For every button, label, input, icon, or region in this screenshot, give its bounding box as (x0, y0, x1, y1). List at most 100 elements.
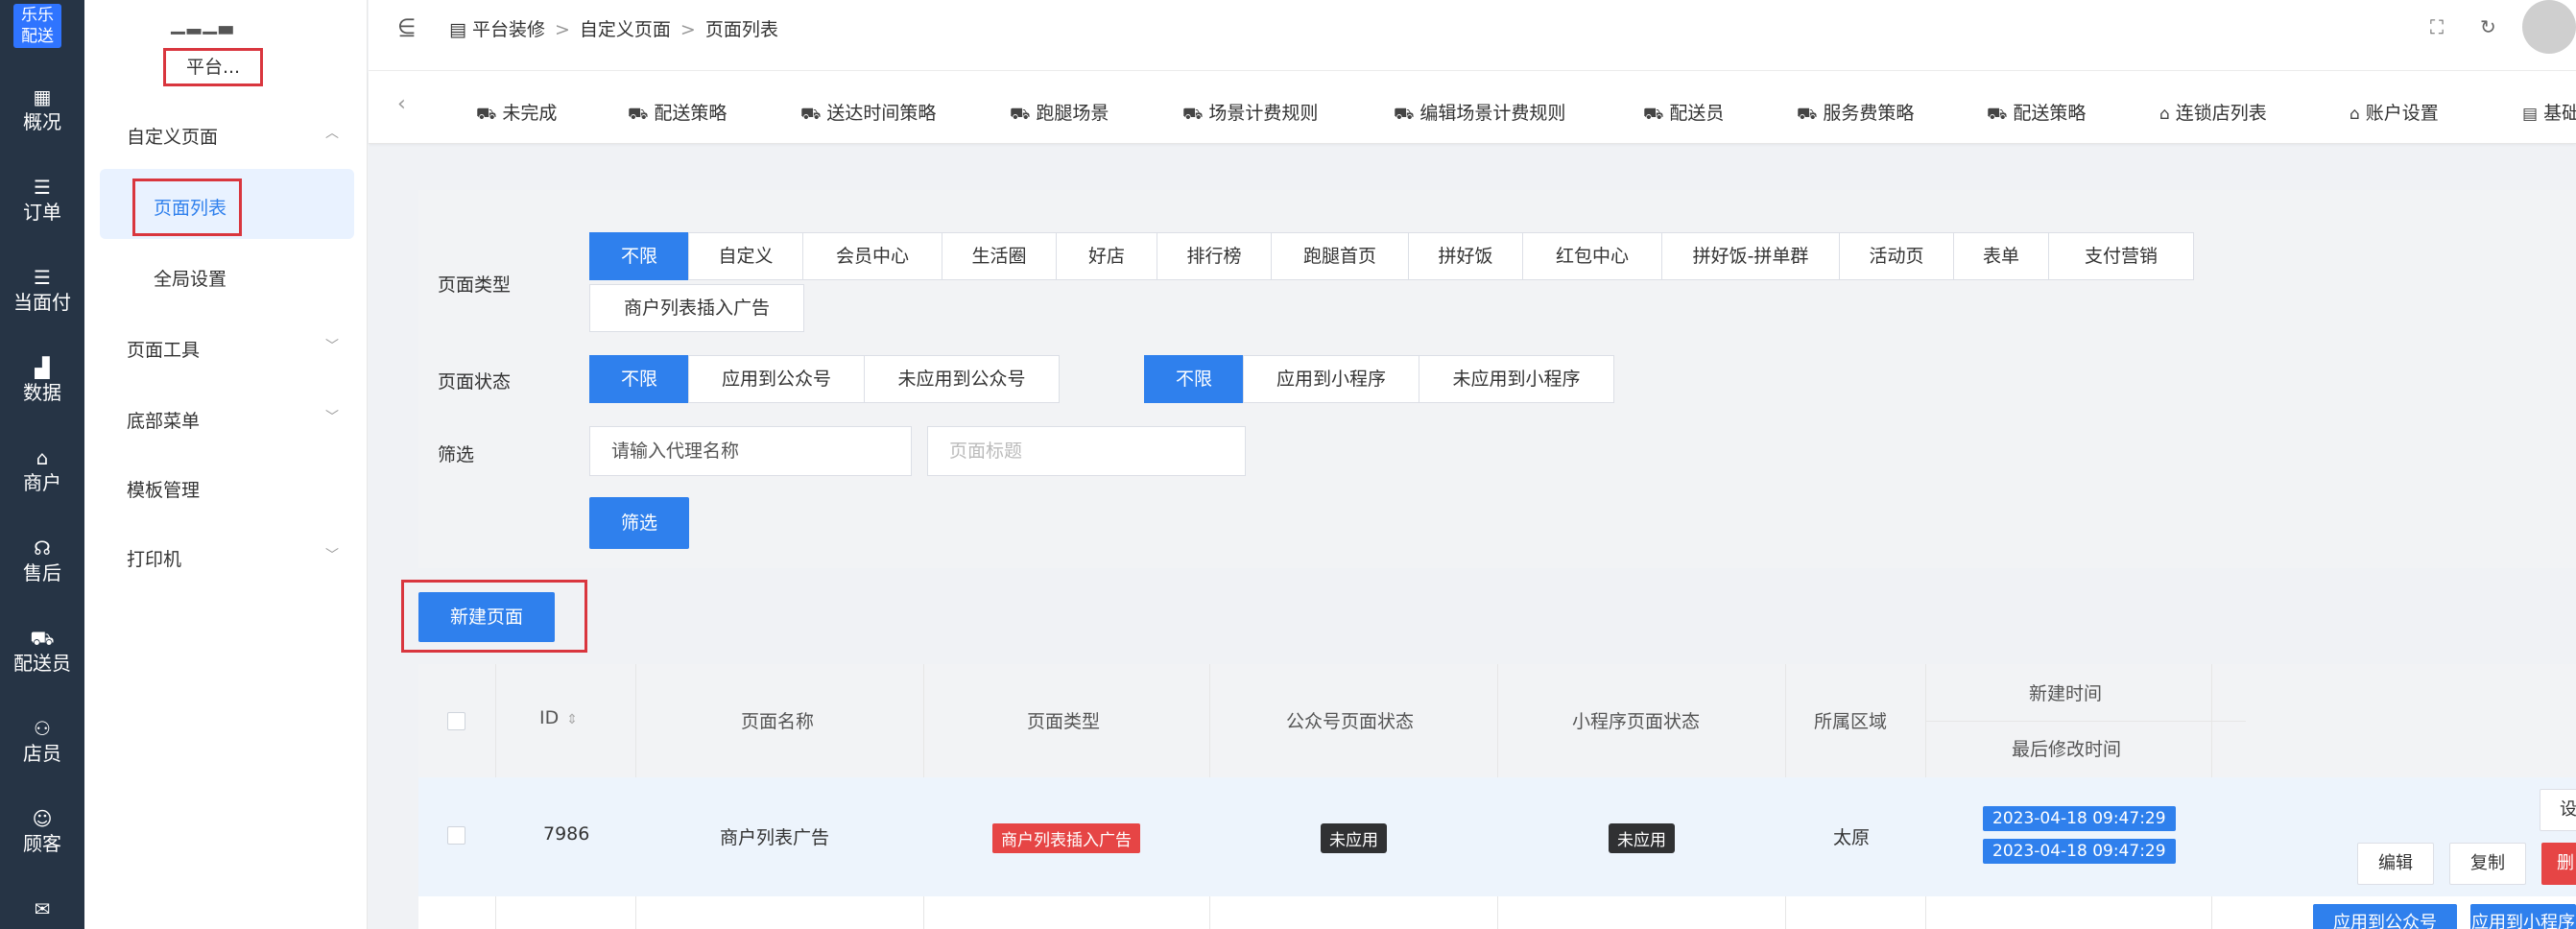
page-type-option[interactable]: 自定义 (688, 232, 803, 280)
apply-gzh-button[interactable]: 应用到公众号 (2313, 904, 2457, 929)
tab-strip: ‹ ⛟ 未完成 ⛟ 配送策略 ⛟ 送达时间策略 ⛟ 跑腿场景 ⛟ 场景计费规则 ⛟ 编辑场景… (369, 71, 2576, 144)
page-type-option[interactable]: 拼好饭 (1408, 232, 1523, 280)
col-type-header: 页面类型 (1027, 711, 1101, 732)
chevron-up-icon: ︿ (325, 126, 339, 141)
edit-button[interactable]: 编辑 (2357, 843, 2434, 885)
tab-item[interactable]: ⛟ 配送员 (1643, 99, 1724, 126)
page-type-option[interactable]: 商户列表插入广告 (589, 284, 804, 332)
platform-selector[interactable]: 平台... (163, 48, 263, 86)
refresh-icon[interactable]: ↻ (2480, 15, 2496, 38)
headset-icon: ☊ (34, 536, 51, 560)
page-type-option[interactable]: 活动页 (1839, 232, 1954, 280)
scooter-icon: ⛟ (30, 627, 55, 650)
settings-button[interactable]: 设 (2540, 789, 2576, 831)
mini-status-option[interactable]: 应用到小程序 (1243, 355, 1419, 403)
row-region: 太原 (1833, 827, 1871, 848)
select-all-checkbox[interactable] (447, 712, 465, 730)
tab-item[interactable]: ⛟ 服务费策略 (1797, 99, 1914, 126)
menu-page-tools[interactable]: 页面工具 ﹀ (84, 336, 368, 363)
tab-item[interactable]: ⛟ 送达时间策略 (800, 99, 936, 126)
page-title-input[interactable]: 页面标题 (927, 426, 1246, 476)
menu-printer[interactable]: 打印机 ﹀ (84, 545, 368, 572)
rail-item-overview[interactable]: ▦ 概况 (0, 84, 84, 134)
col-region-header: 所属区域 (1814, 711, 1888, 732)
breadcrumb-item[interactable]: 平台装修 (472, 19, 545, 40)
fullscreen-icon[interactable]: ⛶ (2430, 15, 2444, 38)
page-type-option[interactable]: 排行榜 (1157, 232, 1272, 280)
rail-item-orders[interactable]: ☰ 订单 (0, 175, 84, 225)
rail-item-courier[interactable]: ⛟ 配送员 (0, 626, 84, 676)
rail-item-aftersale[interactable]: ☊ 售后 (0, 536, 84, 585)
menu-templates[interactable]: 模板管理 (84, 476, 368, 502)
gzh-status-option[interactable]: 不限 (589, 355, 689, 403)
col-id-label: ID (539, 707, 560, 728)
rail-item-merchant[interactable]: ⌂ 商户 (0, 445, 84, 495)
rail-item-data[interactable]: ▟ 数据 (0, 355, 84, 405)
page-type-option[interactable]: 拼好饭-拼单群 (1661, 232, 1840, 280)
page-type-option[interactable]: 会员中心 (802, 232, 942, 280)
gzh-status-badge: 未应用 (1321, 823, 1387, 853)
bar-chart-icon: ▟ (35, 356, 50, 379)
mini-status-option[interactable]: 不限 (1144, 355, 1244, 403)
menu-label: 打印机 (127, 549, 182, 570)
rail-item-wechat[interactable]: ✉ (0, 896, 84, 921)
page-status-label: 页面状态 (438, 371, 512, 393)
copy-button[interactable]: 复制 (2449, 843, 2526, 885)
shop-icon: ⌂ (2159, 105, 2170, 124)
scooter-icon: ⛟ (628, 105, 649, 124)
agent-name-input[interactable]: 请输入代理名称 (589, 426, 912, 476)
sort-icon[interactable]: ⇕ (566, 712, 578, 727)
tab-item[interactable]: ⛟ 未完成 (476, 99, 557, 126)
col-modified-header: 最后修改时间 (2012, 739, 2122, 760)
tab-item[interactable]: ⛟ 跑腿场景 (1010, 99, 1109, 126)
page-table: ID ⇕ 页面名称 页面类型 公众号页面状态 小程序页面状态 所属区域 新建时间 … (418, 664, 2576, 929)
menu-collapse-icon[interactable]: ⋸ (397, 15, 416, 39)
rail-item-staff[interactable]: ⚇ 店员 (0, 716, 84, 766)
rail-item-label: 订单 (23, 201, 61, 224)
page-type-option[interactable]: 生活圈 (942, 232, 1057, 280)
col-name-header: 页面名称 (741, 711, 815, 732)
delete-button[interactable]: 删 (2541, 843, 2576, 885)
page-type-option[interactable]: 支付营销 (2048, 232, 2194, 280)
header-divider (1925, 721, 2246, 722)
tab-label: 基础 (2543, 103, 2576, 124)
page-type-option[interactable]: 不限 (589, 232, 689, 280)
mini-status-badge: 未应用 (1609, 823, 1675, 853)
rail-item-pay[interactable]: ☰ 当面付 (0, 265, 84, 315)
tab-label: 配送策略 (2013, 103, 2087, 124)
tab-label: 未完成 (502, 103, 558, 124)
app-logo[interactable]: 乐乐 配送 (13, 4, 61, 48)
tab-item[interactable]: ⌂ 账户设置 (2349, 99, 2439, 125)
chevron-down-icon: ﹀ (325, 548, 339, 563)
menu-bottom-menu[interactable]: 底部菜单 ﹀ (84, 407, 368, 434)
gzh-status-option[interactable]: 应用到公众号 (688, 355, 865, 403)
tab-item[interactable]: ⌂ 连锁店列表 (2159, 99, 2267, 125)
tab-item[interactable]: ⛟ 配送策略 (628, 99, 727, 126)
row-checkbox[interactable] (447, 826, 465, 845)
scooter-icon: ⛟ (476, 105, 497, 124)
avatar[interactable] (2522, 0, 2576, 54)
apply-mini-button[interactable]: 应用到小程序 (2470, 904, 2576, 929)
page-type-option[interactable]: 红包中心 (1522, 232, 1662, 280)
chevron-left-icon[interactable]: ‹ (397, 92, 406, 116)
mini-status-option[interactable]: 未应用到小程序 (1419, 355, 1614, 403)
menu-global-settings[interactable]: 全局设置 (84, 265, 368, 291)
list-icon: ☰ (34, 266, 51, 289)
col-mini-header: 小程序页面状态 (1572, 711, 1701, 732)
page-type-option[interactable]: 表单 (1953, 232, 2049, 280)
tab-item[interactable]: ⛟ 配送策略 (1987, 99, 2086, 126)
breadcrumb-item[interactable]: 自定义页面 (580, 19, 671, 40)
tab-item[interactable]: ⛟ 编辑场景计费规则 (1394, 99, 1565, 126)
filter-button[interactable]: 筛选 (589, 497, 689, 549)
scooter-icon: ⛟ (1797, 105, 1818, 124)
gzh-status-option[interactable]: 未应用到公众号 (864, 355, 1060, 403)
menu-label: 自定义页面 (127, 127, 219, 148)
page-type-option[interactable]: 好店 (1056, 232, 1157, 280)
menu-custom-page[interactable]: 自定义页面 ︿ (84, 123, 368, 150)
page-type-option[interactable]: 跑腿首页 (1271, 232, 1409, 280)
row-id: 7986 (543, 823, 590, 845)
col-id-header[interactable]: ID ⇕ (539, 707, 578, 728)
tab-item[interactable]: ▤ 基础 (2522, 99, 2576, 125)
tab-item[interactable]: ⛟ 场景计费规则 (1182, 99, 1318, 126)
rail-item-customer[interactable]: ☺ 顾客 (0, 806, 84, 856)
